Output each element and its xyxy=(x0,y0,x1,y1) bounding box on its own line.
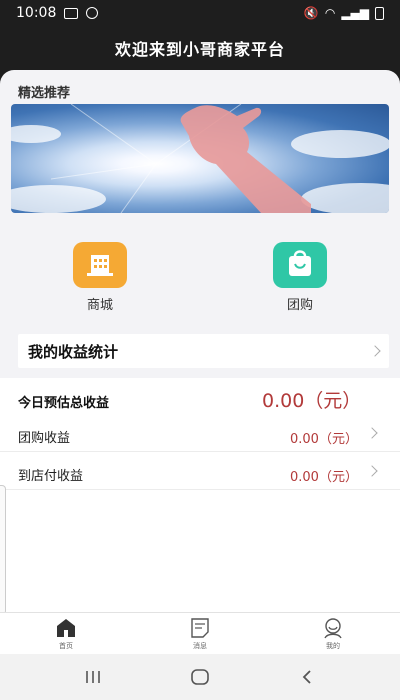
featured-banner[interactable] xyxy=(11,104,389,213)
main-content: 精选推荐 商城 团购 我的收益统计 今日预估总收益 0.00（元） 团购收益 0… xyxy=(0,70,400,612)
earnings-stats-title: 我的收益统计 xyxy=(28,342,119,361)
building-icon xyxy=(73,242,127,288)
mall-link[interactable]: 商城 xyxy=(60,242,140,313)
home-square-icon xyxy=(191,669,209,685)
tab-messages-label: 消息 xyxy=(193,642,207,650)
total-earnings-row: 今日预估总收益 0.00（元） xyxy=(0,378,400,414)
side-drawer-handle[interactable] xyxy=(0,485,6,615)
group-buy-earnings-label: 团购收益 xyxy=(18,431,71,446)
profile-icon xyxy=(322,617,344,639)
home-icon xyxy=(55,617,77,639)
earnings-panel: 今日预估总收益 0.00（元） 团购收益 0.00（元） 到店付收益 0.00（… xyxy=(0,378,400,612)
page-title: 欢迎来到小哥商家平台 xyxy=(114,40,285,59)
shopping-bag-icon xyxy=(273,242,327,288)
message-icon xyxy=(189,617,211,639)
mall-label: 商城 xyxy=(86,298,113,313)
group-buy-label: 团购 xyxy=(286,298,313,313)
status-bar: 10:08 🔇 ◠ ▂▄▆ xyxy=(0,0,400,26)
store-pay-earnings-row[interactable]: 到店付收益 0.00（元） xyxy=(0,452,400,490)
group-buy-earnings-value: 0.00（元） xyxy=(290,432,358,447)
back-icon xyxy=(302,670,311,684)
tab-profile-label: 我的 xyxy=(326,642,340,650)
wifi-icon: ◠ xyxy=(324,6,336,20)
gallery-icon xyxy=(64,7,79,19)
status-time: 10:08 xyxy=(16,5,57,21)
chevron-right-icon xyxy=(369,345,381,357)
sync-icon xyxy=(86,7,99,19)
bottom-tab-bar: 首页 消息 我的 xyxy=(0,612,400,654)
banner-image xyxy=(11,104,389,213)
quick-links: 商城 团购 xyxy=(0,242,400,313)
chevron-right-icon xyxy=(366,464,378,477)
tab-home-label: 首页 xyxy=(59,642,73,650)
total-earnings-value: 0.00（元） xyxy=(262,390,362,412)
recent-apps-button[interactable] xyxy=(73,662,113,692)
earnings-stats-link[interactable]: 我的收益统计 xyxy=(18,334,389,368)
tab-profile[interactable]: 我的 xyxy=(303,617,363,651)
group-buy-link[interactable]: 团购 xyxy=(260,242,340,313)
battery-icon xyxy=(375,6,384,20)
header: 欢迎来到小哥商家平台 xyxy=(0,26,400,70)
tab-messages[interactable]: 消息 xyxy=(170,617,230,651)
store-pay-earnings-label: 到店付收益 xyxy=(18,469,84,484)
recent-apps-icon xyxy=(86,671,101,683)
signal-icon: ▂▄▆ xyxy=(341,6,369,20)
system-nav-bar xyxy=(0,654,400,700)
mute-icon: 🔇 xyxy=(303,6,319,20)
status-right: 🔇 ◠ ▂▄▆ xyxy=(304,6,384,20)
back-button[interactable] xyxy=(287,662,327,692)
status-left: 10:08 xyxy=(16,5,99,21)
chevron-right-icon xyxy=(366,426,378,439)
home-button[interactable] xyxy=(180,662,220,692)
group-buy-earnings-row[interactable]: 团购收益 0.00（元） xyxy=(0,414,400,452)
featured-title: 精选推荐 xyxy=(18,86,71,101)
tab-home[interactable]: 首页 xyxy=(36,617,96,651)
total-earnings-label: 今日预估总收益 xyxy=(18,396,110,411)
store-pay-earnings-value: 0.00（元） xyxy=(290,470,358,485)
